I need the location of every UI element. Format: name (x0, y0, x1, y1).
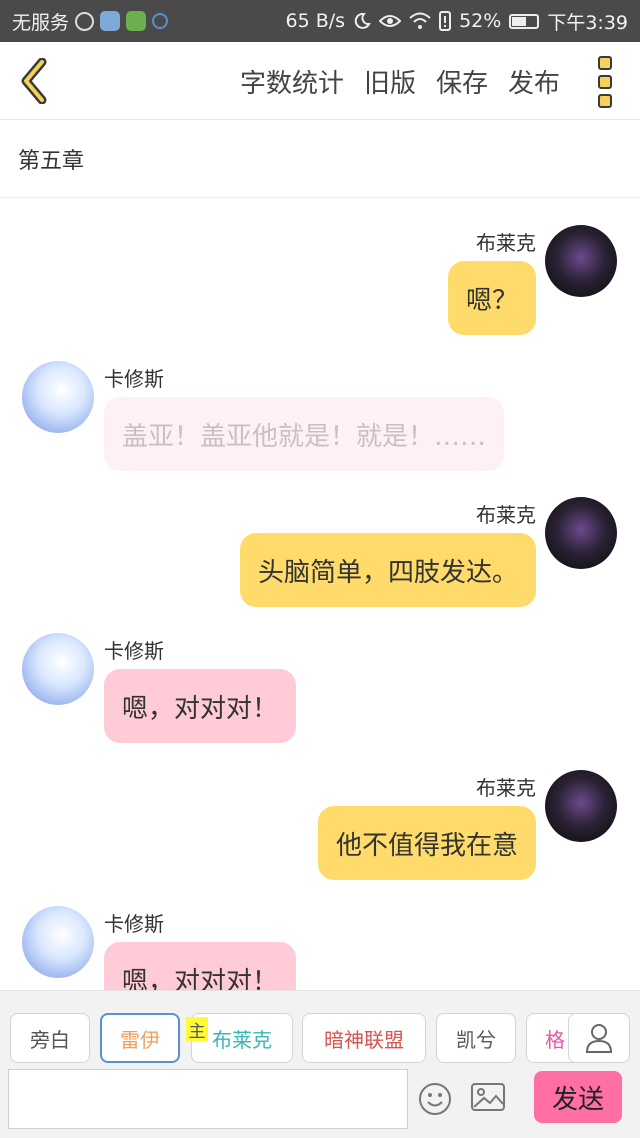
editor-toolbar: 字数统计 旧版 保存 发布 (0, 42, 640, 120)
old-version-button[interactable]: 旧版 (364, 63, 416, 100)
leaf-icon (152, 13, 169, 29)
message-bubble[interactable]: 他不值得我在意 (317, 806, 536, 880)
main-character-badge: 主 (186, 1017, 208, 1042)
publish-button[interactable]: 发布 (508, 63, 560, 100)
wifi-icon (409, 12, 431, 29)
user-icon[interactable] (568, 1013, 630, 1063)
status-bar: 无服务 65 B/s 52% 下午3:39 (0, 0, 640, 42)
avatar[interactable] (22, 361, 94, 433)
send-button[interactable]: 发送 (534, 1071, 622, 1123)
k-app-icon (75, 11, 95, 31)
word-count-button[interactable]: 字数统计 (240, 63, 344, 100)
message-bubble[interactable]: 嗯，对对对！ (104, 669, 297, 743)
message-bubble[interactable]: 头脑简单，四肢发达。 (239, 533, 536, 607)
clock: 下午3:39 (547, 11, 628, 34)
character-chip-lei[interactable]: 雷伊 (100, 1013, 180, 1063)
app-icon (100, 11, 121, 31)
composer-panel: 旁白 雷伊 布莱克 主 暗神联盟 凯兮 格 发送 (0, 990, 640, 1138)
network-speed: 65 B/s (285, 10, 346, 32)
character-chip-dark-alliance[interactable]: 暗神联盟 (302, 1013, 426, 1063)
emoji-icon[interactable] (418, 1082, 452, 1116)
battery-percent: 52% (459, 10, 502, 32)
chat-area[interactable]: 布莱克 嗯？ 卡修斯 盖亚！盖亚他就是！就是！…… 布莱克 头脑简单，四肢发达。… (0, 199, 640, 990)
avatar[interactable] (545, 770, 617, 842)
character-chip-kaixi[interactable]: 凯兮 (436, 1013, 516, 1063)
chapter-title[interactable]: 第五章 (0, 120, 640, 198)
speaker-name: 卡修斯 (104, 912, 164, 936)
character-chip-narration[interactable]: 旁白 (10, 1013, 90, 1063)
eye-icon (379, 15, 402, 27)
speaker-name: 布莱克 (476, 776, 536, 800)
save-button[interactable]: 保存 (436, 63, 488, 100)
speaker-name: 卡修斯 (104, 367, 164, 391)
speaker-name: 布莱克 (476, 503, 536, 527)
message-bubble[interactable]: 嗯？ (447, 261, 536, 335)
avatar[interactable] (545, 225, 617, 297)
image-icon[interactable] (470, 1080, 506, 1114)
chevron-left-icon[interactable] (16, 58, 52, 104)
message-bubble[interactable]: 嗯，对对对！ (104, 942, 297, 990)
avatar[interactable] (545, 497, 617, 569)
more-vertical-icon[interactable] (594, 56, 616, 108)
alert-icon (439, 11, 452, 31)
battery-icon (509, 13, 540, 29)
play-icon (126, 11, 147, 31)
chapter-title-text: 第五章 (18, 148, 85, 174)
message-input[interactable] (8, 1069, 408, 1129)
avatar[interactable] (22, 633, 94, 705)
avatar[interactable] (22, 906, 94, 978)
moon-icon (354, 12, 371, 29)
message-bubble[interactable]: 盖亚！盖亚他就是！就是！…… (104, 397, 505, 471)
speaker-name: 布莱克 (476, 231, 536, 255)
speaker-name: 卡修斯 (104, 639, 164, 663)
carrier-text: 无服务 (12, 11, 70, 34)
